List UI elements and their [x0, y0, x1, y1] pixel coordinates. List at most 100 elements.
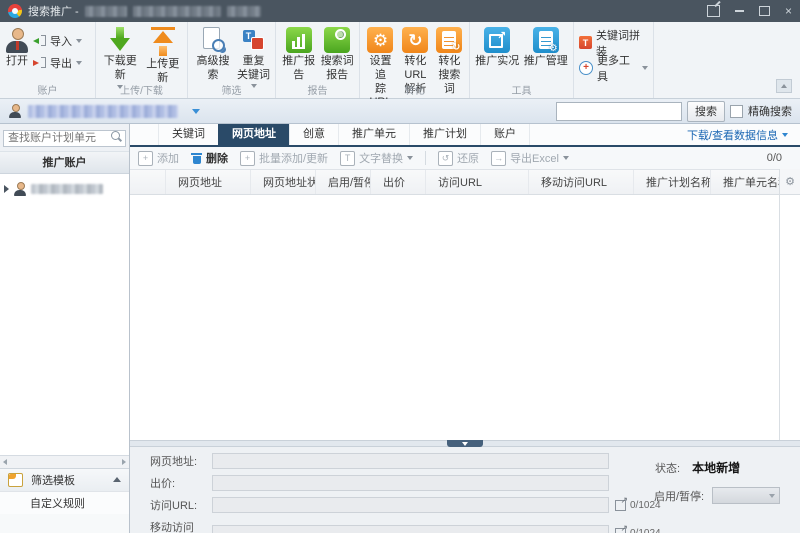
- gear-icon: ⚙: [367, 27, 393, 53]
- person-icon: [8, 104, 22, 118]
- upload-update-button[interactable]: 上传更新: [142, 25, 185, 88]
- external-link-icon[interactable]: [615, 500, 626, 511]
- ribbon-group-convert: ⚙ 设置追 踪URL ↻ 转化 URL解析 转化 搜索词 转化: [360, 22, 470, 98]
- visit-url-field[interactable]: [212, 497, 609, 513]
- collapse-panel-button[interactable]: [447, 440, 483, 447]
- restore-button[interactable]: ↺ 还原: [438, 150, 479, 166]
- table-body: [130, 195, 800, 440]
- mobile-url-char-count: 0/1024: [630, 528, 661, 533]
- trash-icon: [191, 152, 202, 165]
- column-settings-button[interactable]: ⚙: [780, 169, 800, 195]
- mobile-url-field[interactable]: [212, 525, 609, 533]
- search-icon: [111, 131, 120, 140]
- promo-manage-button[interactable]: 推广管理: [522, 25, 571, 71]
- bid-field-label: 出价:: [150, 475, 212, 491]
- chevron-down-icon: [769, 494, 775, 498]
- tab-creative[interactable]: 创意: [289, 124, 338, 145]
- sidebar: 推广账户 筛选模板 自定义规则: [0, 124, 130, 533]
- ribbon-group-account: 打开 导入 导出 账户: [0, 22, 96, 98]
- text-replace-button[interactable]: T 文字替换: [340, 150, 413, 166]
- global-search-input[interactable]: [556, 102, 682, 121]
- download-view-data-link[interactable]: 下载/查看数据信息: [687, 124, 788, 145]
- tab-promo-plan[interactable]: 推广计划: [409, 124, 480, 145]
- column-header[interactable]: 推广计划名称: [634, 170, 711, 194]
- upload-arrow-icon: [151, 27, 175, 56]
- tab-account[interactable]: 账户: [480, 124, 530, 145]
- chevron-down-icon: [782, 133, 788, 137]
- minimize-button[interactable]: [735, 10, 744, 12]
- plus-circle-icon: +: [579, 61, 593, 75]
- account-dropdown-icon[interactable]: [192, 109, 200, 114]
- redacted-selected-account: [28, 105, 178, 118]
- manage-doc-icon: [533, 27, 559, 53]
- tab-promo-unit[interactable]: 推广单元: [338, 124, 409, 145]
- export-excel-button[interactable]: → 导出Excel: [491, 150, 569, 166]
- redacted-account-name: [85, 6, 127, 17]
- chevron-down-icon: [76, 61, 82, 65]
- column-header[interactable]: 启用/暂停: [316, 170, 371, 194]
- person-icon: [13, 182, 27, 196]
- tree-expand-icon[interactable]: [4, 185, 9, 193]
- exact-search-checkbox[interactable]: [730, 105, 743, 118]
- selection-counter: 0/0: [767, 152, 792, 164]
- maximize-button[interactable]: [759, 6, 770, 16]
- tab-keywords[interactable]: 关键词: [158, 124, 218, 145]
- column-chooser-strip: ⚙: [779, 169, 800, 440]
- external-link-icon[interactable]: [615, 528, 626, 533]
- enable-pause-select[interactable]: [712, 487, 780, 504]
- tab-web-address[interactable]: 网页地址: [218, 124, 289, 145]
- promo-report-button[interactable]: 推广报告: [279, 25, 318, 85]
- column-header[interactable]: 移动访问URL: [529, 170, 634, 194]
- filter-template-button[interactable]: 筛选模板: [0, 468, 129, 491]
- custom-rules-item[interactable]: 自定义规则: [0, 491, 129, 514]
- redacted-account-name: [227, 6, 261, 17]
- import-icon: [33, 35, 46, 46]
- chevron-down-icon: [642, 66, 648, 70]
- batch-add-update-button[interactable]: + 批量添加/更新: [240, 150, 328, 166]
- bid-field[interactable]: [212, 475, 609, 491]
- more-tools-button[interactable]: + 更多工具: [577, 58, 650, 77]
- window-controls: ×: [707, 5, 792, 17]
- column-header[interactable]: 推广单元名称: [711, 170, 779, 194]
- open-button[interactable]: 打开: [3, 25, 31, 71]
- duplicate-keywords-button[interactable]: 重复 关键词: [235, 25, 272, 90]
- title-bar: 搜索推广 - ×: [0, 0, 800, 22]
- export-button[interactable]: 导出: [31, 53, 84, 72]
- ribbon-collapse-button[interactable]: [776, 79, 792, 93]
- import-button[interactable]: 导入: [31, 31, 84, 50]
- download-update-button[interactable]: 下载更新: [99, 25, 142, 91]
- search-button[interactable]: 搜索: [687, 101, 725, 122]
- promo-live-button[interactable]: 推广实况: [473, 25, 522, 71]
- sidebar-header: 推广账户: [0, 152, 129, 174]
- delete-button[interactable]: 删除: [191, 150, 228, 166]
- app-window: 搜索推广 - × 打开 导入: [0, 0, 800, 533]
- column-header[interactable]: 出价: [371, 170, 426, 194]
- redacted-account-name: [31, 184, 103, 194]
- column-header[interactable]: 访问URL: [426, 170, 529, 194]
- feedback-icon[interactable]: [707, 5, 720, 17]
- checkbox-column-header[interactable]: [130, 170, 166, 194]
- redacted-account-name: [133, 6, 221, 17]
- keyword-assemble-button[interactable]: T 关键词拼装: [577, 33, 650, 52]
- scroll-left-icon[interactable]: [3, 459, 7, 465]
- search-term-report-button[interactable]: 搜索词 报告: [318, 25, 356, 85]
- gear-icon: ⚙: [785, 175, 795, 188]
- status-value: 本地新增: [692, 459, 740, 476]
- visit-url-field-label: 访问URL:: [150, 497, 212, 513]
- ribbon-group-tools: 推广实况 推广管理 工具: [470, 22, 574, 98]
- add-button[interactable]: + 添加: [138, 150, 179, 166]
- account-tree-item[interactable]: [0, 180, 129, 198]
- close-button[interactable]: ×: [785, 5, 792, 17]
- column-header[interactable]: 网页地址: [166, 170, 251, 194]
- panel-splitter[interactable]: [130, 440, 800, 447]
- advanced-search-button[interactable]: 高级搜索: [191, 25, 235, 85]
- app-logo-icon: [8, 4, 22, 18]
- group-label: 转化: [360, 82, 469, 97]
- download-arrow-icon: [108, 27, 132, 53]
- column-header[interactable]: 网页地址状态: [251, 170, 316, 194]
- scroll-right-icon[interactable]: [122, 459, 126, 465]
- url-field[interactable]: [212, 453, 609, 469]
- sidebar-horizontal-scrollbar[interactable]: [0, 455, 129, 468]
- sidebar-search-input[interactable]: [3, 130, 126, 147]
- bar-chart-icon: [286, 27, 312, 53]
